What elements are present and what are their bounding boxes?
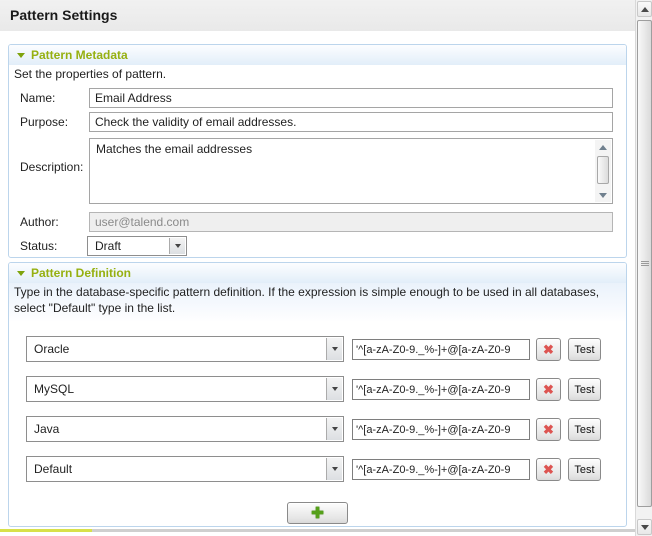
chevron-down-icon <box>175 244 181 248</box>
red-x-icon: ✖ <box>543 383 554 396</box>
bottom-strip <box>0 529 635 532</box>
name-input[interactable] <box>89 88 613 108</box>
database-combo-arrow[interactable] <box>326 378 342 400</box>
collapse-triangle-icon <box>17 271 25 276</box>
status-label: Status: <box>20 239 57 253</box>
arrow-down-icon <box>599 193 607 198</box>
database-combo-arrow[interactable] <box>326 338 342 360</box>
definition-section-header[interactable]: Pattern Definition <box>9 263 626 283</box>
description-scrollbar[interactable] <box>595 140 611 202</box>
test-button-label: Test <box>574 424 594 436</box>
description-scroll-up-button[interactable] <box>595 140 611 154</box>
chevron-down-icon <box>332 427 338 431</box>
delete-pattern-button[interactable]: ✖ <box>536 418 561 441</box>
database-type-combo[interactable]: Java <box>26 416 344 442</box>
database-type-value: Oracle <box>34 342 69 356</box>
purpose-input[interactable] <box>89 112 613 132</box>
database-type-value: Default <box>34 462 72 476</box>
name-label: Name: <box>20 91 55 105</box>
arrow-down-icon <box>641 525 649 530</box>
status-combo-value: Draft <box>95 239 121 253</box>
metadata-section-header[interactable]: Pattern Metadata <box>9 45 626 65</box>
chevron-down-icon <box>332 467 338 471</box>
description-scrollbar-thumb[interactable] <box>597 156 609 184</box>
plus-icon: ✚ <box>311 506 324 521</box>
author-input <box>89 212 613 232</box>
chevron-down-icon <box>332 387 338 391</box>
database-type-combo[interactable]: Oracle <box>26 336 344 362</box>
test-button-label: Test <box>574 384 594 396</box>
test-button[interactable]: Test <box>568 418 601 441</box>
red-x-icon: ✖ <box>543 423 554 436</box>
chevron-down-icon <box>332 347 338 351</box>
scrollbar-grip <box>641 260 649 267</box>
database-combo-arrow[interactable] <box>326 418 342 440</box>
arrow-up-icon <box>599 145 607 150</box>
database-type-combo[interactable]: MySQL <box>26 376 344 402</box>
regex-input[interactable] <box>352 339 530 360</box>
bottom-strip-highlight <box>0 529 92 532</box>
description-scroll-down-button[interactable] <box>595 188 611 202</box>
red-x-icon: ✖ <box>543 463 554 476</box>
test-button[interactable]: Test <box>568 338 601 361</box>
description-field[interactable]: Matches the email addresses <box>89 138 613 204</box>
pattern-settings-view: Pattern Settings Pattern Metadata Set th… <box>0 0 652 536</box>
description-text: Matches the email addresses <box>96 142 592 156</box>
test-button[interactable]: Test <box>568 378 601 401</box>
delete-pattern-button[interactable]: ✖ <box>536 458 561 481</box>
scrollbar-thumb[interactable] <box>637 20 652 507</box>
page-title: Pattern Settings <box>10 7 117 23</box>
test-button[interactable]: Test <box>568 458 601 481</box>
database-combo-arrow[interactable] <box>326 458 342 480</box>
metadata-section-subtitle: Set the properties of pattern. <box>14 67 166 81</box>
regex-input[interactable] <box>352 379 530 400</box>
arrow-up-icon <box>641 7 649 12</box>
status-combo[interactable]: Draft <box>87 236 187 256</box>
regex-input[interactable] <box>352 459 530 480</box>
red-x-icon: ✖ <box>543 343 554 356</box>
metadata-section-title: Pattern Metadata <box>31 48 128 62</box>
collapse-triangle-icon <box>17 53 25 58</box>
definition-subtitle-line1: Type in the database-specific pattern de… <box>14 285 599 299</box>
delete-pattern-button[interactable]: ✖ <box>536 378 561 401</box>
status-combo-arrow[interactable] <box>169 238 185 254</box>
purpose-label: Purpose: <box>20 115 68 129</box>
test-button-label: Test <box>574 464 594 476</box>
scrollbar-up-button[interactable] <box>637 1 652 17</box>
delete-pattern-button[interactable]: ✖ <box>536 338 561 361</box>
definition-subtitle-line2: select "Default" type in the list. <box>14 301 175 315</box>
description-label: Description: <box>20 160 83 174</box>
test-button-label: Test <box>574 344 594 356</box>
vertical-scrollbar[interactable] <box>635 0 652 536</box>
database-type-value: Java <box>34 422 59 436</box>
title-bar: Pattern Settings <box>0 0 635 31</box>
author-label: Author: <box>20 215 59 229</box>
database-type-combo[interactable]: Default <box>26 456 344 482</box>
scrollbar-down-button[interactable] <box>637 519 652 535</box>
database-type-value: MySQL <box>34 382 74 396</box>
definition-section-title: Pattern Definition <box>31 266 131 280</box>
definition-subtitle-band: Type in the database-specific pattern de… <box>9 283 626 321</box>
add-pattern-button[interactable]: ✚ <box>287 502 348 524</box>
regex-input[interactable] <box>352 419 530 440</box>
